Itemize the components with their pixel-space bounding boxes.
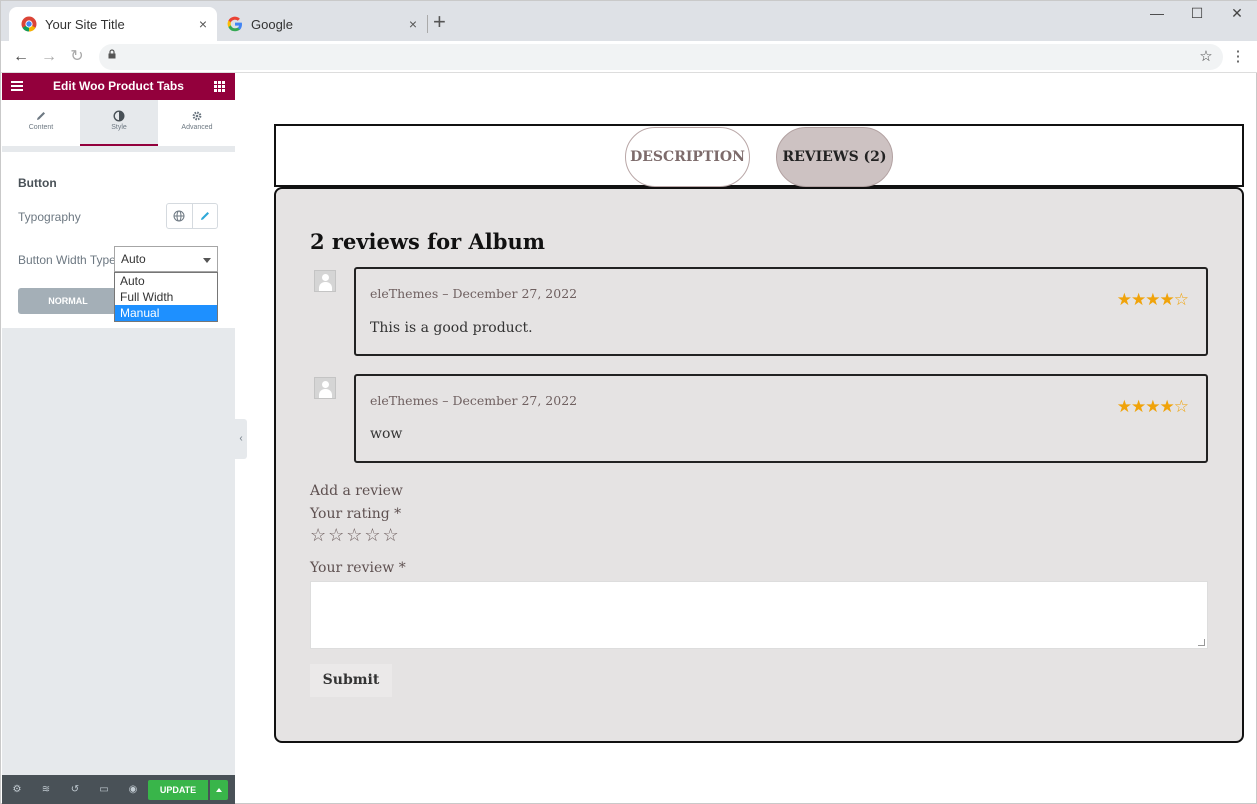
update-button[interactable]: UPDATE — [148, 780, 208, 800]
tab-google[interactable]: Google × — [217, 7, 427, 41]
browser-window: Your Site Title × Google × + — ☐ ✕ ← → ↻… — [0, 0, 1257, 804]
typography-controls — [166, 203, 218, 229]
reload-icon[interactable]: ↻ — [67, 47, 87, 67]
review-text: This is a good product. — [370, 320, 533, 336]
close-tab-icon[interactable]: × — [405, 16, 421, 32]
option-auto[interactable]: Auto — [115, 273, 217, 289]
product-tabs-nav: DESCRIPTION REVIEWS (2) — [274, 124, 1244, 187]
review-meta: eleThemes – December 27, 2022 — [370, 286, 578, 301]
editor-tabs: Content Style Advanced — [2, 100, 235, 146]
tab-content[interactable]: Content — [2, 100, 80, 146]
avatar — [314, 270, 336, 292]
edit-pencil-icon[interactable] — [191, 204, 218, 228]
tab-title: Google — [251, 16, 293, 32]
lock-icon — [108, 49, 116, 59]
menu-dots-icon[interactable]: ⋮ — [1228, 47, 1248, 67]
preview-eye-icon[interactable]: ◉ — [127, 784, 139, 796]
selected-value: Auto — [121, 252, 146, 266]
avatar — [314, 377, 336, 399]
globe-icon[interactable] — [167, 204, 192, 228]
bookmark-star-icon[interactable]: ☆ — [1196, 47, 1216, 67]
review-item: eleThemes – December 27, 2022 wow ★★★★☆ — [354, 374, 1208, 463]
google-icon — [227, 16, 243, 32]
half-circle-icon — [113, 110, 125, 122]
resize-handle-icon[interactable] — [1198, 639, 1205, 646]
section-title: Button — [18, 176, 57, 190]
tab-title: Your Site Title — [45, 16, 125, 32]
tab-label: Style — [111, 124, 127, 131]
reviews-panel: 2 reviews for Album eleThemes – December… — [274, 187, 1244, 743]
width-type-select[interactable]: Auto — [114, 246, 218, 272]
normal-tab-button[interactable]: NORMAL — [18, 288, 118, 314]
widgets-grid-icon[interactable] — [214, 81, 225, 92]
rating-stars-input[interactable]: ☆☆☆☆☆ — [310, 525, 401, 546]
your-review-label: Your review * — [310, 560, 406, 576]
minimize-button[interactable]: — — [1142, 5, 1172, 21]
review-textarea[interactable] — [310, 581, 1208, 649]
tab-style[interactable]: Style — [80, 100, 158, 146]
new-tab-button[interactable]: + — [433, 11, 446, 33]
editor-title: Edit Woo Product Tabs — [53, 79, 184, 93]
tab-strip: Your Site Title × Google × + — ☐ ✕ — [1, 1, 1257, 41]
tab-description[interactable]: DESCRIPTION — [625, 127, 750, 187]
tab-label: Advanced — [181, 124, 213, 131]
close-tab-icon[interactable]: × — [195, 16, 211, 32]
chrome-icon — [21, 16, 37, 32]
tab-reviews[interactable]: REVIEWS (2) — [776, 127, 893, 187]
back-icon[interactable]: ← — [11, 47, 31, 67]
settings-gear-icon[interactable]: ⚙ — [11, 784, 23, 796]
width-type-dropdown: Auto Full Width Manual — [114, 272, 218, 322]
review-text: wow — [370, 426, 403, 442]
star-rating: ★★★★☆ — [1116, 397, 1189, 416]
forward-icon[interactable]: → — [39, 47, 59, 67]
responsive-mode-icon[interactable]: ▭ — [98, 784, 110, 796]
your-rating-label: Your rating * — [310, 506, 402, 522]
chevron-down-icon — [203, 258, 211, 263]
maximize-button[interactable]: ☐ — [1182, 5, 1212, 22]
review-item: eleThemes – December 27, 2022 This is a … — [354, 267, 1208, 356]
reviews-heading: 2 reviews for Album — [310, 229, 545, 254]
editor-header: Edit Woo Product Tabs — [2, 73, 235, 100]
tab-separator — [427, 15, 428, 33]
browser-toolbar: ← → ↻ ☆ ⋮ — [1, 41, 1257, 73]
editor-footer: ⚙ ≋ ↺ ▭ ◉ UPDATE — [2, 775, 235, 804]
navigator-layers-icon[interactable]: ≋ — [40, 784, 52, 796]
tab-your-site-title[interactable]: Your Site Title × — [9, 7, 217, 41]
update-options-icon[interactable] — [210, 780, 228, 800]
history-icon[interactable]: ↺ — [69, 784, 81, 796]
width-type-label: Button Width Type — [18, 253, 116, 267]
tab-label: Content — [28, 124, 54, 131]
add-review-label: Add a review — [310, 483, 403, 499]
editor-sidebar: Edit Woo Product Tabs Content Style Adva… — [2, 73, 235, 804]
option-manual[interactable]: Manual — [115, 305, 217, 321]
tab-advanced[interactable]: Advanced — [158, 100, 236, 146]
pencil-icon — [37, 112, 45, 120]
collapse-sidebar-icon[interactable]: ‹ — [235, 419, 247, 459]
star-rating: ★★★★☆ — [1116, 290, 1189, 309]
option-full-width[interactable]: Full Width — [115, 289, 217, 305]
review-meta: eleThemes – December 27, 2022 — [370, 393, 578, 408]
gear-icon — [192, 111, 202, 121]
submit-button[interactable]: Submit — [310, 664, 392, 697]
close-window-button[interactable]: ✕ — [1222, 5, 1252, 22]
address-bar[interactable] — [99, 44, 1223, 70]
typography-label: Typography — [18, 210, 81, 224]
